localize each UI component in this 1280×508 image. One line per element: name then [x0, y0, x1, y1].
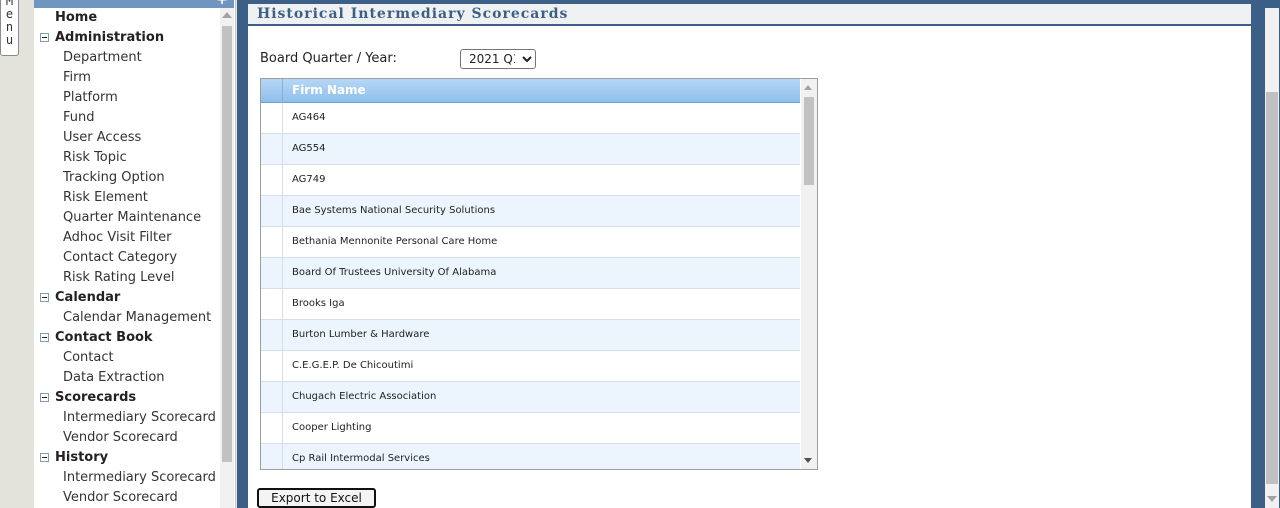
nav-item-risk-element[interactable]: Risk Element [34, 188, 220, 208]
collapse-minus-icon[interactable] [40, 453, 49, 462]
table-row[interactable]: Bae Systems National Security Solutions [261, 196, 800, 227]
grid-scrollbar[interactable] [801, 79, 817, 469]
table-row[interactable]: AG464 [261, 103, 800, 134]
nav-item-platform[interactable]: Platform [34, 88, 220, 108]
table-row[interactable]: Board Of Trustees University Of Alabama [261, 258, 800, 289]
page-scroll-thumb[interactable] [1266, 92, 1278, 484]
firm-name-cell: Burton Lumber & Hardware [292, 329, 430, 340]
firm-name-cell: C.E.G.E.P. De Chicoutimi [292, 360, 414, 371]
table-row[interactable]: Cooper Lighting [261, 413, 800, 444]
table-row[interactable]: Bethania Mennonite Personal Care Home [261, 227, 800, 258]
nav-section-label: History [55, 450, 109, 465]
content-panel: Historical Intermediary Scorecards Board… [248, 4, 1251, 508]
nav-item-quarter-maintenance[interactable]: Quarter Maintenance [34, 208, 220, 228]
nav-item-data-extraction[interactable]: Data Extraction [34, 368, 220, 388]
table-row[interactable]: C.E.G.E.P. De Chicoutimi [261, 351, 800, 382]
nav-item-contact[interactable]: Contact [34, 348, 220, 368]
sidebar-scrollbar[interactable] [220, 8, 234, 508]
quarter-select[interactable]: 2021 Q1 [460, 49, 536, 69]
firm-name-cell: Cooper Lighting [292, 422, 372, 433]
table-row[interactable]: Burton Lumber & Hardware [261, 320, 800, 351]
nav-item-intermediary-scorecard[interactable]: Intermediary Scorecard [34, 408, 220, 428]
page-title: Historical Intermediary Scorecards [257, 6, 569, 22]
row-select-cell[interactable] [261, 258, 283, 289]
firm-name-cell: Chugach Electric Association [292, 391, 437, 402]
firm-name-cell: Bethania Mennonite Personal Care Home [292, 236, 498, 247]
scroll-down-arrow-icon[interactable] [1267, 496, 1277, 502]
table-row[interactable]: Cp Rail Intermodal Services [261, 444, 800, 469]
table-row[interactable]: Chugach Electric Association [261, 382, 800, 413]
firm-name-cell: Brooks Iga [292, 298, 345, 309]
nav-item-calendar-management[interactable]: Calendar Management [34, 308, 220, 328]
nav-item-intermediary-scorecard[interactable]: Intermediary Scorecard [34, 468, 220, 488]
row-select-cell[interactable] [261, 103, 283, 134]
row-select-cell[interactable] [261, 196, 283, 227]
row-select-cell[interactable] [261, 165, 283, 196]
nav-section-history[interactable]: History [34, 448, 220, 468]
row-select-cell[interactable] [261, 351, 283, 382]
row-select-cell[interactable] [261, 227, 283, 258]
nav-section-scorecards[interactable]: Scorecards [34, 388, 220, 408]
menu-tab-letter: u [5, 33, 14, 47]
scroll-up-arrow-icon[interactable] [222, 12, 232, 18]
quarter-label: Board Quarter / Year: [260, 51, 397, 66]
nav-section-calendar[interactable]: Calendar [34, 288, 220, 308]
collapse-minus-icon[interactable] [40, 293, 49, 302]
sidebar-header-bar: + [34, 0, 234, 8]
menu-tab[interactable]: M e n u [0, 0, 19, 56]
page-scrollbar[interactable] [1265, 8, 1279, 508]
nav-tree: Home Administration Department Firm Platfor… [34, 8, 220, 508]
expand-plus-icon[interactable]: + [216, 0, 228, 8]
firm-name-cell: Bae Systems National Security Solutions [292, 205, 496, 216]
nav-section-administration[interactable]: Administration [34, 28, 220, 48]
nav-item-home[interactable]: Home [34, 8, 220, 28]
nav-section-label: Contact Book [55, 330, 153, 345]
nav-item-vendor-scorecard[interactable]: Vendor Scorecard [34, 428, 220, 448]
firm-name-cell: Cp Rail Intermodal Services [292, 453, 430, 464]
export-to-excel-button[interactable]: Export to Excel [257, 488, 376, 508]
nav-item-adhoc-visit-filter[interactable]: Adhoc Visit Filter [34, 228, 220, 248]
row-select-cell[interactable] [261, 134, 283, 165]
collapse-minus-icon[interactable] [40, 33, 49, 42]
firm-name-cell: AG749 [292, 174, 326, 185]
nav-item-user-access[interactable]: User Access [34, 128, 220, 148]
collapse-minus-icon[interactable] [40, 333, 49, 342]
grid-scroll-thumb[interactable] [804, 97, 814, 185]
firm-name-column-header[interactable]: Firm Name [292, 79, 366, 102]
nav-section-label: Administration [55, 30, 165, 45]
table-row[interactable]: Brooks Iga [261, 289, 800, 320]
row-select-cell[interactable] [261, 382, 283, 413]
select-column-header[interactable] [261, 79, 283, 103]
firm-name-cell: Board Of Trustees University Of Alabama [292, 267, 497, 278]
nav-item-fund[interactable]: Fund [34, 108, 220, 128]
nav-section-label: Calendar [55, 290, 121, 305]
grid-header: Firm Name [261, 79, 800, 103]
grid-body: AG464 AG554 AG749 Bae Systems National Secu… [261, 103, 800, 469]
firm-name-cell: AG554 [292, 143, 326, 154]
nav-item-vendor-scorecard[interactable]: Vendor Scorecard [34, 488, 220, 508]
nav-item-department[interactable]: Department [34, 48, 220, 68]
sidebar-nav: + Home Administration Department Firm Platf… [34, 0, 236, 508]
nav-item-tracking-option[interactable]: Tracking Option [34, 168, 220, 188]
nav-item-firm[interactable]: Firm [34, 68, 220, 88]
firm-name-cell: AG464 [292, 112, 326, 123]
nav-item-risk-rating-level[interactable]: Risk Rating Level [34, 268, 220, 288]
row-select-cell[interactable] [261, 320, 283, 351]
firm-grid: Firm Name AG464 AG554 AG749 Bae Systems Nat… [260, 78, 818, 470]
sidebar-scroll-thumb[interactable] [222, 26, 232, 462]
row-select-cell[interactable] [261, 444, 283, 469]
nav-section-label: Scorecards [55, 390, 137, 405]
table-row[interactable]: AG749 [261, 165, 800, 196]
collapse-minus-icon[interactable] [40, 393, 49, 402]
scroll-up-arrow-icon[interactable] [804, 85, 812, 90]
row-select-cell[interactable] [261, 413, 283, 444]
table-row[interactable]: AG554 [261, 134, 800, 165]
nav-item-contact-category[interactable]: Contact Category [34, 248, 220, 268]
row-select-cell[interactable] [261, 289, 283, 320]
nav-item-risk-topic[interactable]: Risk Topic [34, 148, 220, 168]
title-bar: Historical Intermediary Scorecards [248, 4, 1251, 26]
nav-section-contact-book[interactable]: Contact Book [34, 328, 220, 348]
scroll-down-arrow-icon[interactable] [804, 458, 812, 463]
